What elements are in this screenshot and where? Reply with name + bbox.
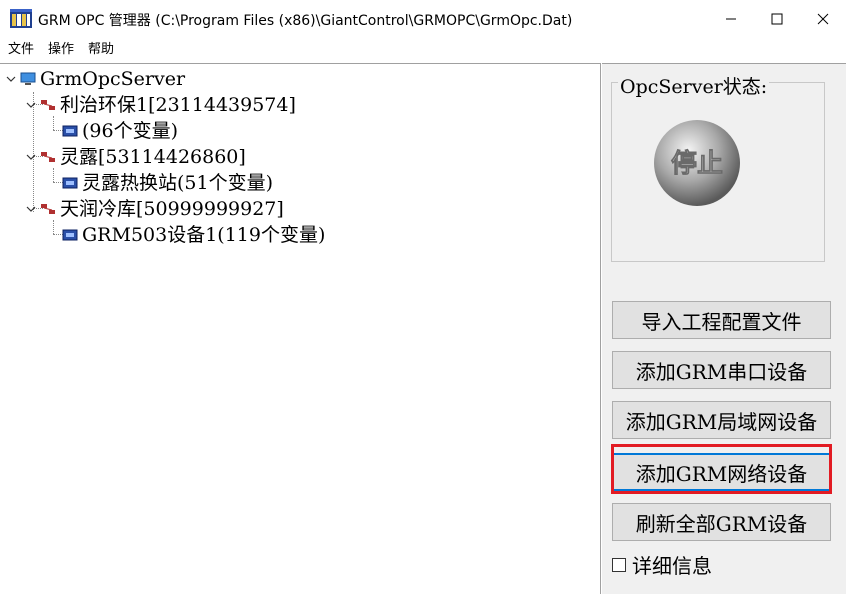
chevron-down-icon[interactable] xyxy=(26,100,36,110)
add-lan-device-button[interactable]: 添加GRM局域网设备 xyxy=(612,401,831,439)
tree-leaf[interactable]: 灵露热换站(51个变量) xyxy=(62,170,273,196)
minimize-icon xyxy=(726,18,736,20)
tree-node[interactable]: 灵露[53114426860] xyxy=(26,144,246,170)
menu-operate[interactable]: 操作 xyxy=(48,38,74,62)
chevron-down-icon[interactable] xyxy=(6,74,16,84)
tree-connector xyxy=(53,220,54,234)
tree-root[interactable]: GrmOpcServer xyxy=(6,66,185,92)
maximize-button[interactable] xyxy=(754,0,800,38)
menu-file[interactable]: 文件 xyxy=(8,38,34,62)
tree-leaf[interactable]: GRM503设备1(119个变量) xyxy=(62,222,325,248)
menu-bar: 文件 操作 帮助 xyxy=(0,38,846,62)
computer-icon xyxy=(20,72,36,85)
menu-help[interactable]: 帮助 xyxy=(88,38,114,62)
tree-node-label: 利治环保1[23114439574] xyxy=(60,94,296,116)
title-bar: GRM OPC 管理器 (C:\Program Files (x86)\Gian… xyxy=(0,0,846,38)
close-icon xyxy=(817,13,829,25)
window-title: GRM OPC 管理器 (C:\Program Files (x86)\Gian… xyxy=(38,13,573,29)
tree-node-label: 灵露[53114426860] xyxy=(60,146,246,168)
tree-node[interactable]: 利治环保1[23114439574] xyxy=(26,92,296,118)
add-serial-device-button[interactable]: 添加GRM串口设备 xyxy=(612,351,831,389)
details-checkbox-label: 详细信息 xyxy=(632,554,712,578)
tree-leaf-label: (96个变量) xyxy=(82,120,179,142)
control-panel: 停止 OpcServer状态: 导入工程配置文件 添加GRM串口设备 添加GRM… xyxy=(602,63,846,594)
network-device-icon xyxy=(41,204,55,214)
tree-node-label: 天润冷库[50999999927] xyxy=(60,198,284,220)
tree-node[interactable]: 天润冷库[50999999927] xyxy=(26,196,284,222)
maximize-icon xyxy=(771,13,783,25)
tree-leaf-label: GRM503设备1(119个变量) xyxy=(82,224,326,246)
network-device-icon xyxy=(41,100,55,110)
import-config-button[interactable]: 导入工程配置文件 xyxy=(612,301,831,339)
status-group: 停止 xyxy=(611,82,825,262)
details-checkbox-row[interactable]: 详细信息 xyxy=(612,550,712,579)
module-icon xyxy=(62,125,78,137)
tree-leaf[interactable]: (96个变量) xyxy=(62,118,178,144)
tree-root-label: GrmOpcServer xyxy=(40,68,186,90)
chevron-down-icon[interactable] xyxy=(26,152,36,162)
close-button[interactable] xyxy=(800,0,846,38)
stop-ball-icon: 停止 xyxy=(654,120,740,206)
status-indicator-text: 停止 xyxy=(671,148,723,179)
tree-leaf-label: 灵露热换站(51个变量) xyxy=(82,172,274,194)
refresh-devices-button[interactable]: 刷新全部GRM设备 xyxy=(612,503,831,541)
grm-app-icon xyxy=(10,9,32,28)
status-label: OpcServer状态: xyxy=(618,72,770,99)
tree-connector xyxy=(53,116,54,130)
network-device-icon xyxy=(41,152,55,162)
details-checkbox[interactable] xyxy=(612,557,626,572)
module-icon xyxy=(62,229,78,241)
tree-connector xyxy=(53,168,54,182)
module-icon xyxy=(62,177,78,189)
highlight-box xyxy=(611,444,832,494)
minimize-button[interactable] xyxy=(708,0,754,38)
device-tree[interactable]: GrmOpcServer 利治环保1[23114439574] (96个变量) … xyxy=(0,63,601,594)
chevron-down-icon[interactable] xyxy=(26,204,36,214)
